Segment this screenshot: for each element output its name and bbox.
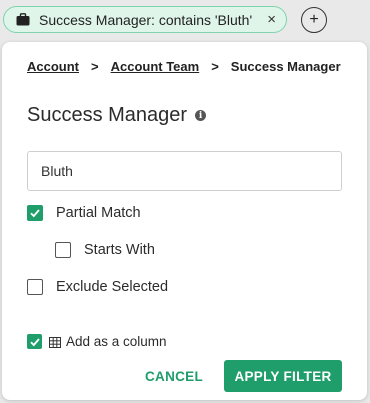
add-as-column-option[interactable]: Add as a column <box>27 334 167 349</box>
filter-panel: Account > Account Team > Success Manager… <box>2 42 367 400</box>
filter-bar: Success Manager: contains 'Bluth' × + <box>0 0 370 42</box>
partial-match-option[interactable]: Partial Match <box>27 205 141 221</box>
add-filter-button[interactable]: + <box>301 7 327 33</box>
partial-match-label: Partial Match <box>56 205 141 221</box>
breadcrumb: Account > Account Team > Success Manager <box>27 59 341 74</box>
exclude-selected-checkbox[interactable] <box>27 279 43 295</box>
breadcrumb-separator: > <box>211 59 219 74</box>
breadcrumb-separator: > <box>91 59 99 74</box>
exclude-selected-option[interactable]: Exclude Selected <box>27 279 168 295</box>
search-input[interactable] <box>27 151 342 191</box>
starts-with-checkbox[interactable] <box>55 242 71 258</box>
info-icon[interactable]: i <box>195 110 207 121</box>
breadcrumb-current: Success Manager <box>230 59 341 74</box>
exclude-selected-label: Exclude Selected <box>56 279 169 295</box>
partial-match-checkbox[interactable] <box>27 205 43 221</box>
breadcrumb-account[interactable]: Account <box>27 59 79 74</box>
close-icon[interactable]: × <box>267 11 276 28</box>
filter-chip-label: Success Manager: contains 'Bluth' <box>39 11 253 28</box>
page-title: Success Manager i <box>27 104 207 127</box>
starts-with-label: Starts With <box>84 242 155 258</box>
breadcrumb-account-team[interactable]: Account Team <box>111 59 200 74</box>
title-text: Success Manager <box>27 104 188 126</box>
active-filter-chip[interactable]: Success Manager: contains 'Bluth' × <box>3 6 287 33</box>
add-as-column-checkbox[interactable] <box>27 334 42 349</box>
apply-filter-button[interactable]: APPLY FILTER <box>224 360 342 392</box>
starts-with-option[interactable]: Starts With <box>55 242 155 258</box>
add-as-column-label: Add as a column <box>66 334 167 349</box>
briefcase-icon <box>16 13 30 26</box>
cancel-button[interactable]: CANCEL <box>141 360 207 392</box>
table-icon <box>49 336 61 348</box>
